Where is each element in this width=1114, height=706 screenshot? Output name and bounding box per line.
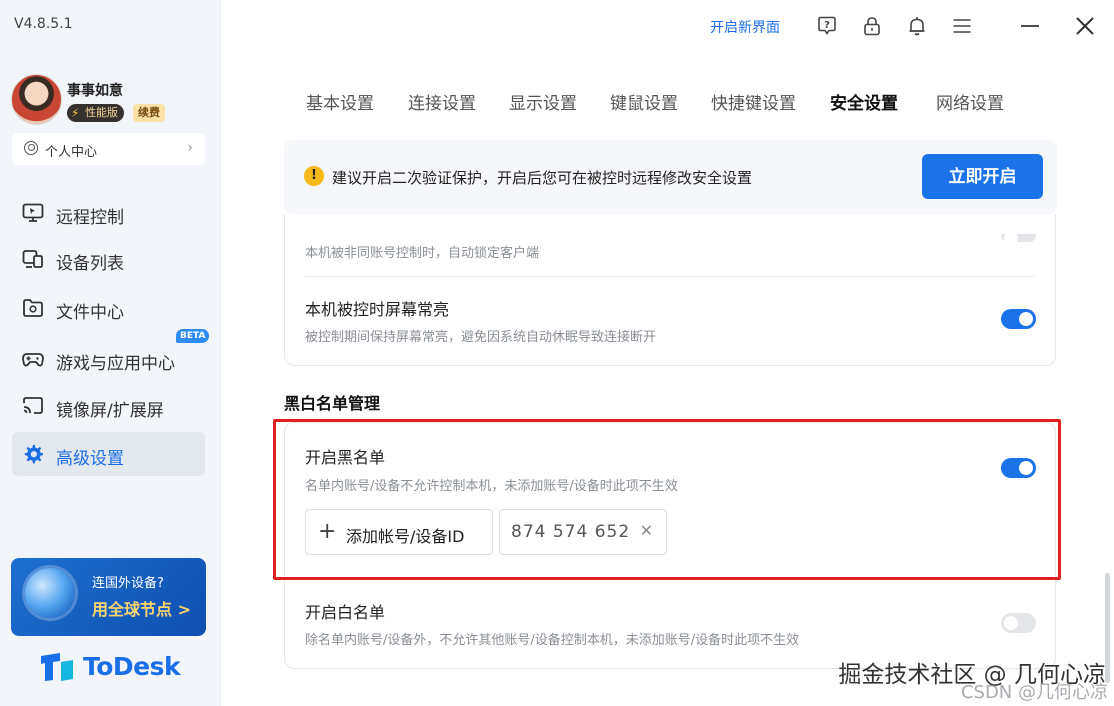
user-icon: [24, 141, 38, 155]
globe-icon: [25, 568, 75, 618]
tab-security-settings[interactable]: 安全设置: [830, 89, 898, 114]
monitor-icon: [22, 203, 44, 222]
blacklist-desc: 名单内账号/设备不允许控制本机，未添加账号/设备时此项不生效: [305, 479, 678, 494]
sidebar-item-device-list[interactable]: 设备列表: [12, 237, 205, 281]
brand-name: ToDesk: [83, 652, 181, 681]
lock-icon[interactable]: [862, 16, 882, 36]
whitelist-toggle[interactable]: [1001, 613, 1036, 633]
tab-network-settings[interactable]: 网络设置: [936, 89, 1004, 114]
tab-shortcut-settings[interactable]: 快捷键设置: [711, 89, 796, 114]
menu-icon[interactable]: [952, 16, 972, 36]
bell-icon[interactable]: [907, 16, 927, 36]
promo-line1: 连国外设备?: [92, 576, 164, 591]
performance-badge: ⚡ 性能版: [67, 104, 124, 122]
tab-basic-settings[interactable]: 基本设置: [306, 89, 374, 114]
sidebar-item-label: 游戏与应用中心: [56, 354, 175, 374]
tab-keyboard-mouse-settings[interactable]: 键鼠设置: [610, 89, 678, 114]
beta-badge: BETA: [176, 329, 210, 343]
add-account-device-label: 添加帐号/设备ID: [346, 527, 465, 546]
personal-center-label: 个人中心: [45, 145, 98, 160]
sidebar-item-label: 文件中心: [56, 303, 124, 323]
sidebar-item-label: 镜像屏/扩展屏: [56, 401, 164, 421]
notice-text: 建议开启二次验证保护，开启后您可在被控时远程修改安全设置: [332, 169, 753, 187]
close-icon[interactable]: [1075, 16, 1095, 36]
toggle-knob: [1004, 234, 1018, 242]
bolt-icon: ⚡: [71, 106, 80, 120]
sidebar-item-mirror-screen[interactable]: 镜像屏/扩展屏: [12, 384, 205, 428]
toggle-knob: [1019, 461, 1033, 475]
renew-badge[interactable]: 续费: [133, 104, 165, 122]
sidebar-item-advanced-settings[interactable]: 高级设置: [12, 432, 205, 476]
chevron-right-icon: ›: [187, 140, 193, 156]
sidebar-item-label: 高级设置: [56, 449, 124, 469]
personal-center-button[interactable]: 个人中心 ›: [12, 133, 205, 165]
whitelist-title: 开启白名单: [305, 603, 386, 622]
tab-display-settings[interactable]: 显示设置: [509, 89, 577, 114]
sidebar-item-remote-control[interactable]: 远程控制: [12, 191, 205, 235]
whitelist-desc: 除名单内账号/设备外，不允许其他账号/设备控制本机，未添加账号/设备时此项不生效: [305, 633, 800, 648]
remove-entry-icon[interactable]: ✕: [640, 521, 653, 540]
avatar[interactable]: [11, 74, 62, 125]
list-management-title: 黑白名单管理: [284, 394, 381, 413]
blacklist-toggle[interactable]: [1001, 458, 1036, 478]
enable-now-button[interactable]: 立即开启: [922, 154, 1043, 199]
blacklist-entry-id: 874 574 652: [511, 522, 631, 542]
performance-badge-label: 性能版: [85, 106, 118, 119]
auto-lock-toggle[interactable]: [1001, 234, 1036, 242]
sidebar-item-label: 远程控制: [56, 208, 124, 228]
blacklist-entry-chip: 874 574 652 ✕: [499, 509, 667, 555]
cast-icon: [23, 397, 43, 414]
watermark-sub: CSDN @几何心凉: [960, 682, 1108, 703]
sidebar: V4.8.5.1 事事如意 ⚡ 性能版 续费 个人中心 › 远程控制 设备列表: [0, 0, 221, 706]
plus-icon: +: [318, 519, 337, 544]
screen-awake-desc: 被控制期间保持屏幕常亮，避免因系统自动休眠导致连接断开: [305, 330, 657, 345]
gamepad-icon: [22, 353, 44, 367]
app-version: V4.8.5.1: [14, 16, 73, 32]
security-options-card: 本机被非同账号控制时，自动锁定客户端 本机被控时屏幕常亮 被控制期间保持屏幕常亮…: [284, 214, 1056, 366]
two-factor-notice: ! 建议开启二次验证保护，开启后您可在被控时远程修改安全设置 立即开启: [284, 140, 1057, 214]
sidebar-item-game-app-center[interactable]: 游戏与应用中心: [12, 337, 205, 381]
warning-icon: !: [304, 166, 324, 186]
folder-icon: [23, 299, 43, 317]
sidebar-item-file-center[interactable]: 文件中心: [12, 286, 205, 330]
tab-connection-settings[interactable]: 连接设置: [408, 89, 476, 114]
sidebar-item-label: 设备列表: [56, 254, 124, 274]
global-node-promo[interactable]: 连国外设备? 用全球节点 >: [11, 558, 206, 636]
promo-line2: 用全球节点 >: [92, 600, 191, 619]
divider: [305, 276, 1035, 277]
list-management-card: 开启黑名单 名单内账号/设备不允许控制本机，未添加账号/设备时此项不生效 + 添…: [284, 422, 1056, 669]
help-icon[interactable]: ?: [817, 16, 837, 36]
gear-icon: [24, 444, 43, 464]
username: 事事如意: [67, 83, 123, 99]
add-account-device-button[interactable]: + 添加帐号/设备ID: [305, 509, 493, 555]
toggle-knob: [1004, 616, 1018, 630]
screen-awake-title: 本机被控时屏幕常亮: [305, 300, 450, 319]
minimize-icon[interactable]: [1020, 16, 1040, 36]
svg-text:?: ?: [824, 20, 830, 31]
blacklist-title: 开启黑名单: [305, 448, 386, 467]
screen-awake-toggle[interactable]: [1001, 309, 1036, 329]
devices-icon: [22, 250, 43, 268]
toggle-knob: [1019, 312, 1033, 326]
auto-lock-desc: 本机被非同账号控制时，自动锁定客户端: [305, 246, 540, 261]
open-new-ui-link[interactable]: 开启新界面: [710, 17, 780, 37]
todesk-logo-icon: [41, 653, 73, 681]
